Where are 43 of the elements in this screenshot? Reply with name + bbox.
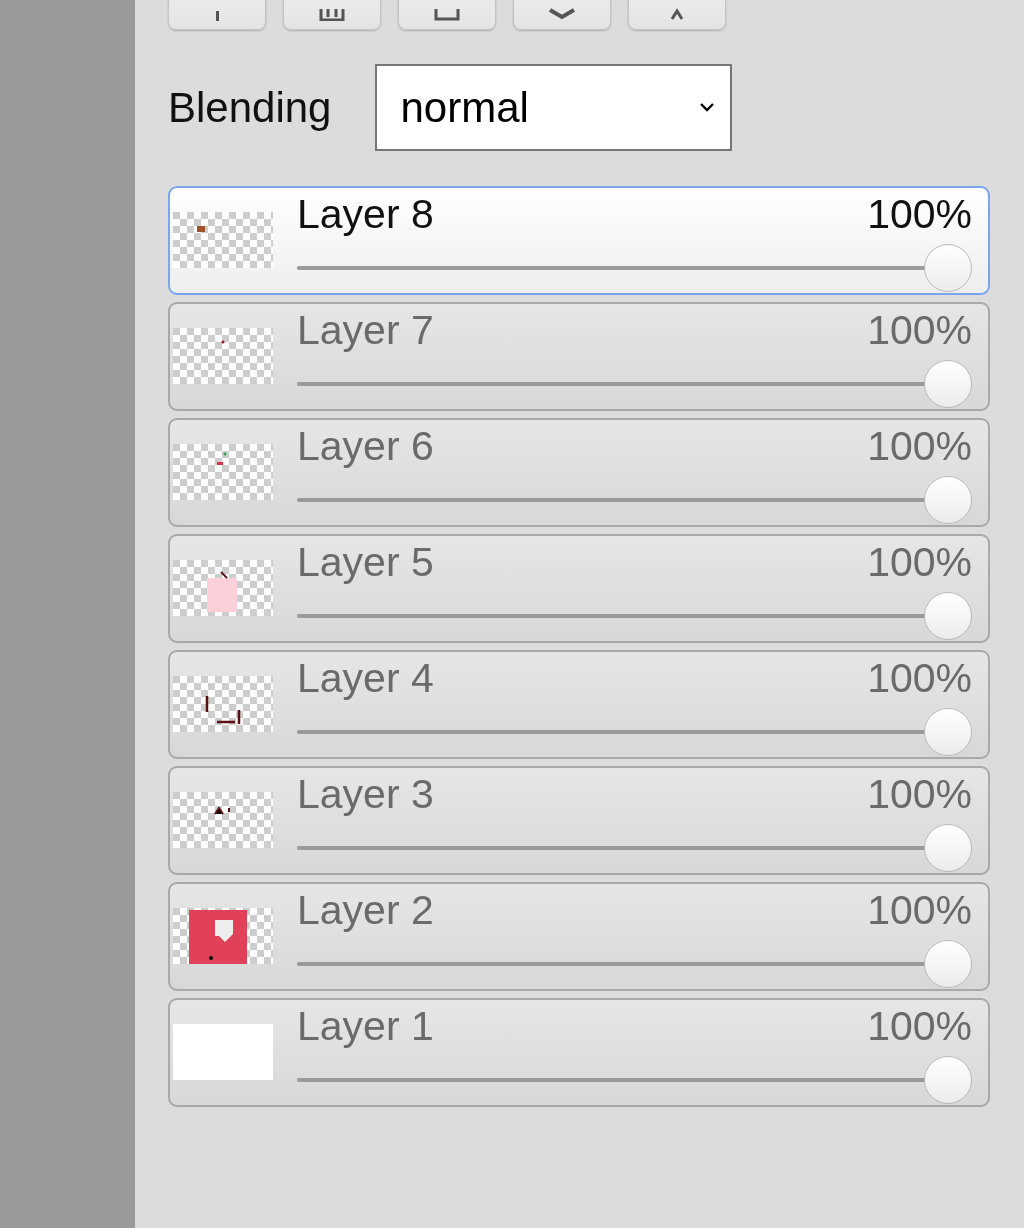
opacity-value: 100% <box>867 886 972 934</box>
slider-handle[interactable] <box>924 244 972 292</box>
layer-name: Layer 5 <box>297 538 434 586</box>
layer-item[interactable]: Layer 5 100% <box>168 534 990 643</box>
layer-name: Layer 6 <box>297 422 434 470</box>
blending-select[interactable]: normal <box>375 64 733 151</box>
opacity-slider[interactable] <box>297 360 972 408</box>
layer-name: Layer 7 <box>297 306 434 354</box>
opacity-value: 100% <box>867 770 972 818</box>
layer-item[interactable]: Layer 6 100% <box>168 418 990 527</box>
layer-item[interactable]: Layer 8 100% <box>168 186 990 295</box>
opacity-slider[interactable] <box>297 1056 972 1104</box>
opacity-slider[interactable] <box>297 940 972 988</box>
layer-item[interactable]: Layer 1 100% <box>168 998 990 1107</box>
layer-item[interactable]: Layer 7 100% <box>168 302 990 411</box>
opacity-slider[interactable] <box>297 708 972 756</box>
layer-name: Layer 4 <box>297 654 434 702</box>
opacity-slider[interactable] <box>297 244 972 292</box>
layer-name: Layer 8 <box>297 190 434 238</box>
opacity-value: 100% <box>867 1002 972 1050</box>
opacity-value: 100% <box>867 654 972 702</box>
slider-handle[interactable] <box>924 824 972 872</box>
opacity-slider[interactable] <box>297 824 972 872</box>
slider-handle[interactable] <box>924 360 972 408</box>
slider-handle[interactable] <box>924 476 972 524</box>
layer-name: Layer 3 <box>297 770 434 818</box>
opacity-value: 100% <box>867 190 972 238</box>
opacity-slider[interactable] <box>297 476 972 524</box>
layer-item[interactable]: Layer 4 100% <box>168 650 990 759</box>
layer-item[interactable]: Layer 2 100% <box>168 882 990 991</box>
slider-handle[interactable] <box>924 708 972 756</box>
slider-handle[interactable] <box>924 592 972 640</box>
opacity-value: 100% <box>867 422 972 470</box>
opacity-value: 100% <box>867 306 972 354</box>
layer-item[interactable]: Layer 3 100% <box>168 766 990 875</box>
slider-handle[interactable] <box>924 940 972 988</box>
opacity-value: 100% <box>867 538 972 586</box>
blending-label: Blending <box>168 83 332 132</box>
caret-icon <box>700 103 715 112</box>
slider-handle[interactable] <box>924 1056 972 1104</box>
layer-name: Layer 2 <box>297 886 434 934</box>
opacity-slider[interactable] <box>297 592 972 640</box>
layer-name: Layer 1 <box>297 1002 434 1050</box>
